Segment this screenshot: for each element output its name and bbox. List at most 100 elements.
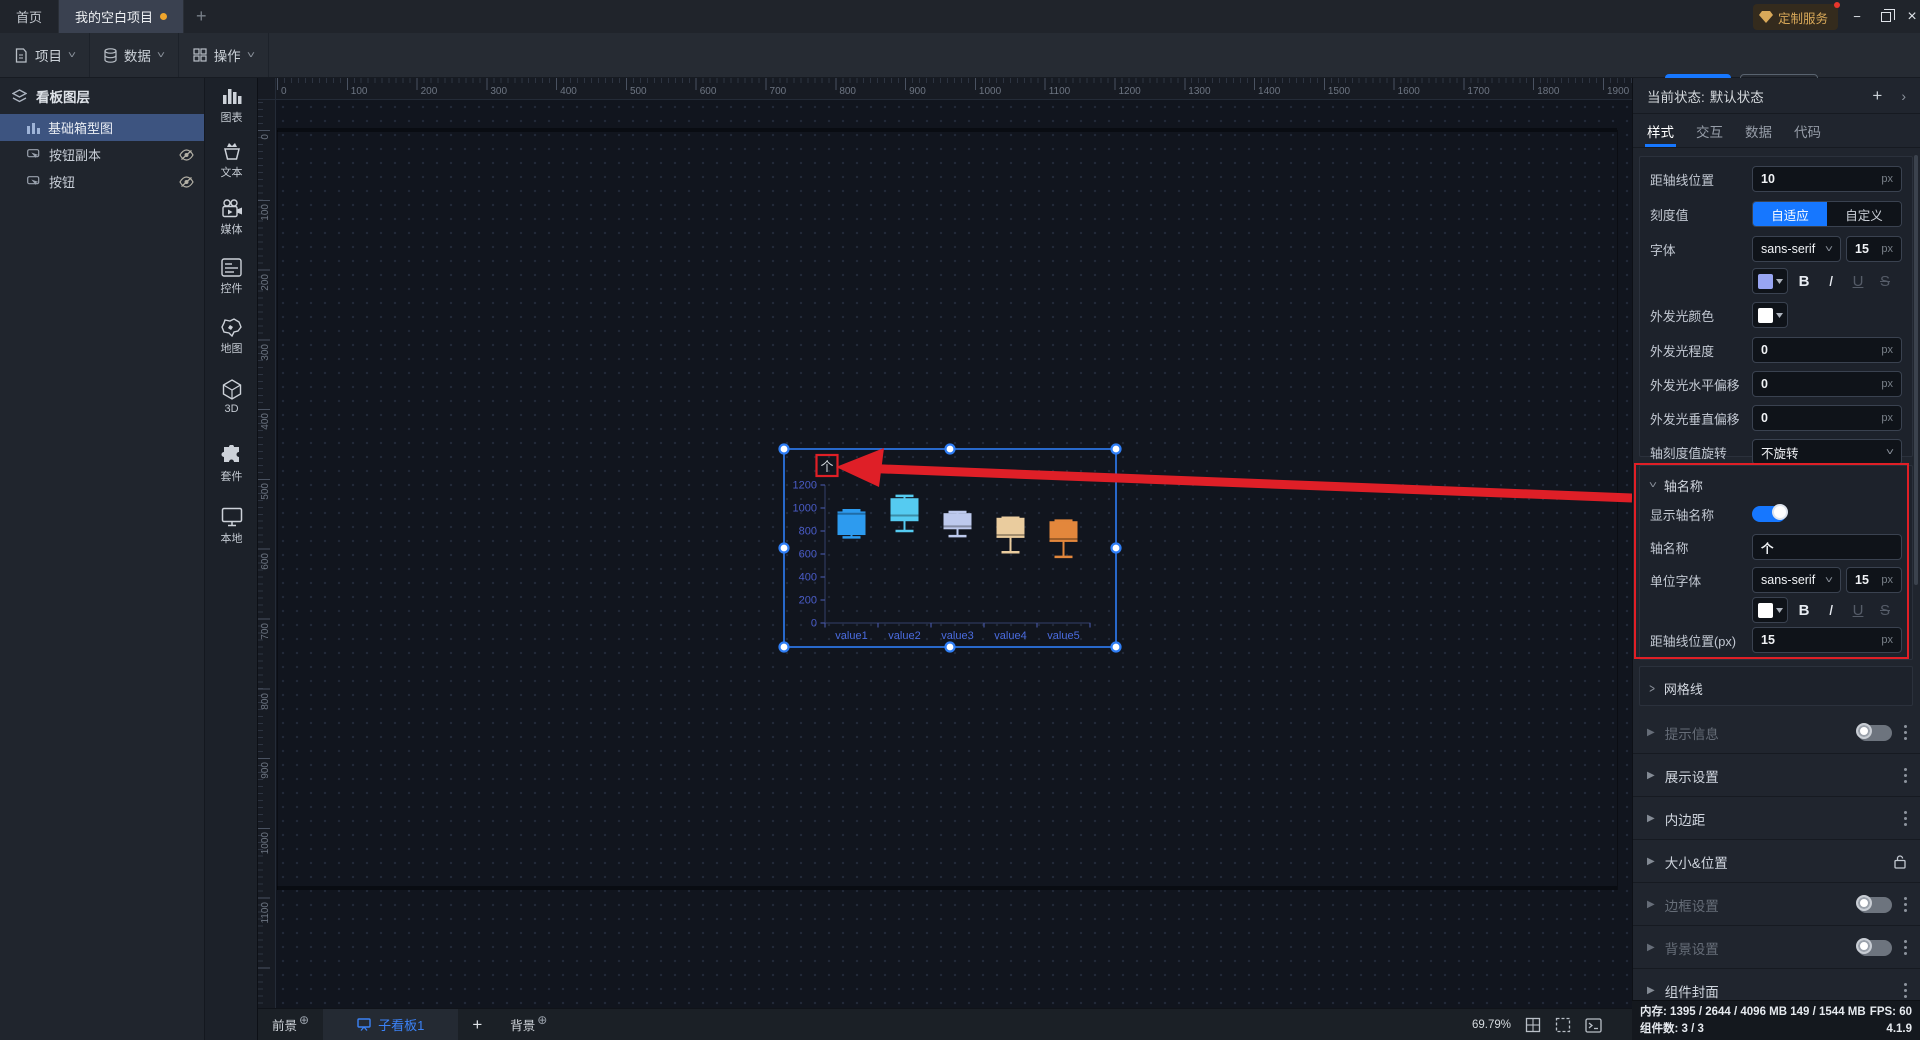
axis-offset-input[interactable]: px	[1752, 166, 1902, 192]
gridline-header[interactable]: ˅ 网格线	[1647, 679, 1702, 698]
selection-handle[interactable]	[778, 542, 790, 554]
glow-color-picker[interactable]	[1752, 302, 1788, 328]
selection-handle[interactable]	[1110, 542, 1122, 554]
underline-button[interactable]: U	[1847, 273, 1869, 290]
console-icon[interactable]	[1585, 1017, 1602, 1033]
frame-select-icon[interactable]	[1555, 1017, 1571, 1033]
selection-handle[interactable]	[778, 641, 790, 653]
glow-v-offset-input[interactable]: px	[1752, 405, 1902, 431]
tab-data[interactable]: 数据	[1745, 114, 1772, 147]
boxplot-component[interactable]: 0 200 400 600 800 1000 1200 value1 value2 value3 v…	[778, 443, 1122, 653]
tick-rotate-select[interactable]: 不旋转 ˅	[1752, 439, 1902, 465]
section-tooltip[interactable]: ▶ 提示信息	[1633, 712, 1920, 754]
strikethrough-button[interactable]: S	[1874, 602, 1896, 619]
selection-handle[interactable]	[778, 443, 790, 455]
background-toggle[interactable]	[1856, 937, 1892, 956]
section-padding[interactable]: ▶ 内边距	[1633, 798, 1920, 840]
expand-states-icon[interactable]: ›	[1901, 88, 1906, 104]
selection-handle[interactable]	[944, 443, 956, 455]
axis-name-input[interactable]	[1752, 534, 1902, 560]
minimize-button[interactable]: −	[1843, 0, 1871, 33]
underline-button[interactable]: U	[1847, 602, 1869, 619]
toolbox-widgets[interactable]: 控件	[205, 258, 258, 296]
tooltip-toggle[interactable]	[1856, 722, 1892, 741]
toolbox-charts[interactable]: 图表	[205, 86, 258, 125]
axis-name-offset-input[interactable]: px	[1752, 627, 1902, 653]
kebab-menu-icon[interactable]	[1904, 983, 1907, 998]
section-display-settings[interactable]: ▶ 展示设置	[1633, 755, 1920, 797]
ruler-label: 700	[260, 622, 271, 640]
menu-data[interactable]: 数据 ˅	[90, 33, 179, 77]
tick-auto-option[interactable]: 自适应	[1753, 202, 1827, 226]
chevron-down-icon: ˅	[156, 49, 165, 61]
add-board-button[interactable]: +	[458, 1009, 496, 1040]
toolbox-kit[interactable]: 套件	[205, 445, 258, 484]
axis-name-header[interactable]: ˅ 轴名称	[1649, 476, 1703, 495]
strikethrough-button[interactable]: S	[1874, 273, 1896, 290]
toolbox-text[interactable]: 文本	[205, 141, 258, 180]
close-button[interactable]: ×	[1898, 0, 1920, 33]
ruler-label: 100	[350, 86, 368, 97]
custom-service-badge[interactable]: 定制服务	[1753, 2, 1841, 30]
panel-tabs: 样式 交互 数据 代码	[1633, 114, 1920, 148]
glow-h-offset-input[interactable]: px	[1752, 371, 1902, 397]
toolbox-local[interactable]: 本地	[205, 507, 258, 546]
italic-button[interactable]: I	[1820, 273, 1842, 290]
x-category-label: value1	[835, 630, 867, 642]
background-button[interactable]: 背景 ⊕	[496, 1009, 561, 1040]
font-family-select[interactable]: sans-serif ˅	[1752, 236, 1841, 262]
panel-scrollbar[interactable]	[1914, 155, 1918, 585]
show-axis-name-toggle[interactable]	[1752, 504, 1788, 522]
visibility-off-icon[interactable]	[179, 175, 194, 188]
tab-home[interactable]: 首页	[0, 0, 60, 33]
visibility-off-icon[interactable]	[179, 148, 194, 161]
maximize-button[interactable]	[1872, 0, 1900, 33]
zoom-level[interactable]: 69.79%	[1472, 1019, 1511, 1031]
sub-board-tab[interactable]: 子看板1	[323, 1009, 459, 1040]
field-glow-v-offset: 外发光垂直偏移 px	[1650, 405, 1902, 431]
bold-button[interactable]: B	[1793, 602, 1815, 619]
kebab-menu-icon[interactable]	[1904, 940, 1907, 955]
field-axis-offset: 距轴线位置 px	[1650, 166, 1902, 192]
layer-item-boxplot[interactable]: 基础箱型图	[0, 114, 204, 141]
toolbox-media[interactable]: 媒体	[205, 199, 258, 237]
unit-font-size-input[interactable]: px	[1846, 567, 1902, 593]
kebab-menu-icon[interactable]	[1904, 768, 1907, 783]
editor-canvas[interactable]: 0 100 200 300 400 500 600 700 800 900 1000 1100 1200…	[258, 78, 1632, 1040]
y-tick-label: 0	[811, 618, 817, 630]
layer-item-button[interactable]: 按钮	[0, 168, 204, 195]
kebab-menu-icon[interactable]	[1904, 725, 1907, 740]
kebab-menu-icon[interactable]	[1904, 811, 1907, 826]
tab-style[interactable]: 样式	[1645, 114, 1676, 147]
menu-action[interactable]: 操作 ˅	[179, 33, 269, 77]
tick-custom-option[interactable]: 自定义	[1827, 202, 1901, 226]
new-tab-button[interactable]: +	[184, 0, 219, 33]
tab-interaction[interactable]: 交互	[1696, 114, 1723, 147]
border-toggle[interactable]	[1856, 894, 1892, 913]
fit-screen-icon[interactable]	[1525, 1017, 1541, 1033]
kebab-menu-icon[interactable]	[1904, 897, 1907, 912]
menu-project[interactable]: 项目 ˅	[0, 33, 90, 77]
chevron-right-icon: ▶	[1647, 813, 1655, 824]
selection-handle[interactable]	[944, 641, 956, 653]
toolbox-map[interactable]: 地图	[205, 318, 258, 356]
italic-button[interactable]: I	[1820, 602, 1842, 619]
selection-handle[interactable]	[1110, 641, 1122, 653]
section-background-settings[interactable]: ▶ 背景设置	[1633, 927, 1920, 969]
section-border-settings[interactable]: ▶ 边框设置	[1633, 884, 1920, 926]
unit-font-color-picker[interactable]	[1752, 597, 1788, 623]
tab-project[interactable]: 我的空白项目	[59, 0, 185, 33]
selection-handle[interactable]	[1110, 443, 1122, 455]
toolbox-3d[interactable]: 3D	[205, 379, 258, 415]
add-state-button[interactable]: +	[1872, 86, 1882, 106]
layer-item-button-copy[interactable]: 按钮副本	[0, 141, 204, 168]
lock-icon[interactable]	[1893, 854, 1907, 869]
tab-code[interactable]: 代码	[1794, 114, 1821, 147]
font-size-input[interactable]: px	[1846, 236, 1902, 262]
bold-button[interactable]: B	[1793, 273, 1815, 290]
glow-amount-input[interactable]: px	[1752, 337, 1902, 363]
foreground-button[interactable]: 前景 ⊕	[258, 1009, 323, 1040]
font-color-picker[interactable]	[1752, 268, 1788, 294]
section-size-position[interactable]: ▶ 大小&位置	[1633, 841, 1920, 883]
unit-font-family-select[interactable]: sans-serif ˅	[1752, 567, 1841, 593]
